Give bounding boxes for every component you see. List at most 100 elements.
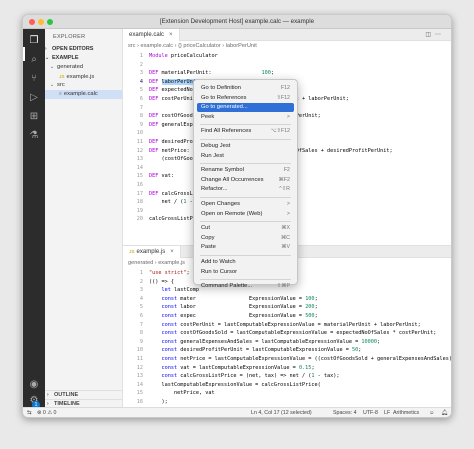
line-number: 20 (136, 216, 143, 223)
split-editor-icon[interactable]: ◫ (425, 32, 435, 38)
code-line[interactable]: 13 const calcGrossListPrice = (net, tax)… (123, 372, 451, 381)
code-text: netPrice, vat (149, 390, 215, 397)
breadcrumb-item[interactable]: src (128, 43, 135, 49)
line-number: 11 (136, 356, 143, 362)
line-number: 2 (139, 278, 143, 285)
code-line[interactable]: 10 const desiredProfitPerUnit = lastComp… (123, 346, 451, 355)
code-line[interactable]: 15 netPrice, vat (123, 389, 451, 398)
breadcrumb-item[interactable]: example.calc (140, 43, 173, 49)
menu-item-go-to-definition[interactable]: Go to Definition F12 (197, 84, 294, 93)
explorer-sidebar: EXPLORER › OPEN EDITORS ⌄ EXAMPLE ⌄ generat… (45, 29, 123, 407)
menu-item-find-all-references[interactable]: Find All References ⌥⇧F12 (197, 127, 294, 136)
code-line[interactable]: 11 const netPrice = lastComputableExpres… (123, 355, 451, 364)
close-icon[interactable]: × (169, 32, 173, 38)
tree-item-generated[interactable]: ⌄ generated (45, 63, 122, 72)
menu-item-command-palette[interactable]: Command Palette... ⇧⌘P (197, 282, 294, 291)
code-line[interactable]: 4 const mater ExpressionValue = 100; (123, 295, 451, 304)
menu-separator (200, 163, 291, 165)
menu-item-run-to-cursor[interactable]: Run to Cursor (197, 268, 294, 277)
menu-item-peek[interactable]: Peek > (197, 113, 294, 122)
cursor-position[interactable]: Ln 4, Col 17 (12 selected) (251, 408, 312, 417)
tree-item-src[interactable]: ⌄ src (45, 81, 122, 90)
code-line[interactable]: 14 lastComputableExpressionValue = calcG… (123, 381, 451, 390)
submenu-chevron-icon: > (286, 113, 290, 120)
more-actions-icon[interactable]: ⋯ (435, 32, 445, 38)
line-number: 16 (136, 399, 143, 405)
menu-item-run-jest[interactable]: Run Jest (197, 152, 294, 161)
menu-item-go-to-references[interactable]: Go to References ⇧F12 (197, 94, 294, 103)
breadcrumb: generated › example.js (128, 260, 185, 266)
workspace-root-label: EXAMPLE (52, 55, 79, 61)
files-icon[interactable]: ❐ (28, 35, 40, 47)
javascript-file-icon: JS (59, 74, 65, 79)
tab-example-js[interactable]: JS example.js × (123, 246, 181, 258)
menu-separator (200, 221, 291, 223)
close-icon[interactable]: × (170, 249, 174, 255)
account-icon[interactable]: ◉ (28, 379, 40, 391)
search-icon[interactable]: ⌕ (28, 54, 40, 66)
problems-status[interactable]: ⊗ 0 ⚠ 0 (37, 408, 57, 417)
menu-separator (200, 255, 291, 256)
tree-item-example-js[interactable]: JS example.js (45, 72, 122, 81)
remote-indicator-icon[interactable]: ⇆ (27, 408, 31, 417)
code-line[interactable]: 5 const labor ExpressionValue = 200; (123, 303, 451, 312)
code-line[interactable]: 16 ); (123, 398, 451, 407)
line-number: 6 (139, 96, 143, 102)
code-text: const netPrice = lastComputableExpressio… (161, 356, 452, 362)
encoding-status[interactable]: UTF-8 (363, 408, 378, 417)
breadcrumb-item[interactable]: {} priceCalculator (178, 43, 221, 49)
line-number: 11 (136, 139, 143, 145)
menu-item-label: Debug Jest (201, 143, 231, 149)
menu-item-change-all-occurrences[interactable]: Change All Occurrences ⌘F2 (197, 176, 294, 185)
code-text: DEF expectedNoOf (149, 87, 199, 94)
menu-item-label: Open Changes (201, 201, 240, 207)
menu-item-copy[interactable]: Copy ⌘C (197, 234, 294, 243)
menu-item-paste[interactable]: Paste ⌘V (197, 243, 294, 252)
menu-separator (200, 139, 291, 140)
code-line[interactable]: 12 const vat = lastComputableExpressionV… (123, 364, 451, 373)
workspace-root[interactable]: ⌄ EXAMPLE (45, 54, 122, 63)
file-icon: ≡ (59, 91, 62, 97)
menu-item-add-to-watch[interactable]: Add to Watch (197, 258, 294, 267)
menu-item-refactor[interactable]: Refactor... ^⇧R (197, 185, 294, 194)
code-line[interactable]: 7 const costPerUnit = lastComputableExpr… (123, 321, 451, 330)
line-number: 17 (136, 190, 143, 197)
feedback-icon[interactable]: ☺ (429, 408, 434, 417)
run-debug-icon[interactable]: ▷ (28, 92, 40, 104)
menu-item-cut[interactable]: Cut ⌘X (197, 224, 294, 233)
javascript-file-icon: JS (129, 249, 135, 254)
testing-icon[interactable]: ⚗ (28, 130, 40, 142)
code-line[interactable]: 8 const costOfGoodsSold = lastComputable… (123, 329, 451, 338)
tab-example-calc[interactable]: example.calc × (123, 29, 180, 41)
breadcrumb-item[interactable]: generated (128, 260, 153, 266)
menu-item-open-on-remote-web[interactable]: Open on Remote (Web) > (197, 210, 294, 219)
menu-item-shortcut: ⌘F2 (278, 176, 290, 183)
line-number: 12 (136, 364, 143, 371)
eol-status[interactable]: LF (384, 408, 390, 417)
source-control-icon[interactable]: ⑂ (28, 73, 40, 85)
code-line[interactable]: 9 const generalExpensesAndSales = lastCo… (123, 338, 451, 347)
open-editors-section[interactable]: › OPEN EDITORS (45, 45, 122, 54)
extensions-icon[interactable]: ⊞ (28, 111, 40, 123)
menu-item-shortcut: ⌥⇧F12 (270, 128, 290, 135)
menu-item-debug-jest[interactable]: Debug Jest (197, 142, 294, 151)
breadcrumb-item[interactable]: example.js (158, 260, 185, 266)
submenu-chevron-icon: > (286, 201, 290, 207)
notifications-icon[interactable]: 🔔︎ (441, 408, 448, 417)
code-text: const expec ExpressionValue = 500; (161, 313, 318, 319)
indentation-status[interactable]: Spaces: 4 (333, 408, 357, 417)
code-line[interactable]: 6 const expec ExpressionValue = 500; (123, 312, 451, 321)
code-text: let lastComp (161, 287, 199, 294)
menu-item-go-to-generated[interactable]: Go to generated... (197, 103, 294, 113)
language-mode-status[interactable]: Arithmetics (393, 408, 419, 417)
code-line[interactable]: 1 Module priceCalculator (123, 52, 451, 61)
code-text: const vat = lastComputableExpressionValu… (161, 364, 315, 371)
outline-section[interactable]: › OUTLINE (45, 390, 122, 399)
code-line[interactable]: 3 DEF materialPerUnit: 100; (123, 69, 451, 78)
code-line[interactable]: 2 (123, 61, 451, 70)
menu-item-rename-symbol[interactable]: Rename Symbol F2 (197, 166, 294, 175)
menu-item-open-changes[interactable]: Open Changes > (197, 200, 294, 209)
tree-item-example-calc[interactable]: ≡ example.calc (45, 90, 122, 99)
context-menu: Go to Definition F12 Go to References ⇧F12 G… (193, 79, 298, 289)
breadcrumb-item[interactable]: laborPerUnit (226, 43, 257, 49)
